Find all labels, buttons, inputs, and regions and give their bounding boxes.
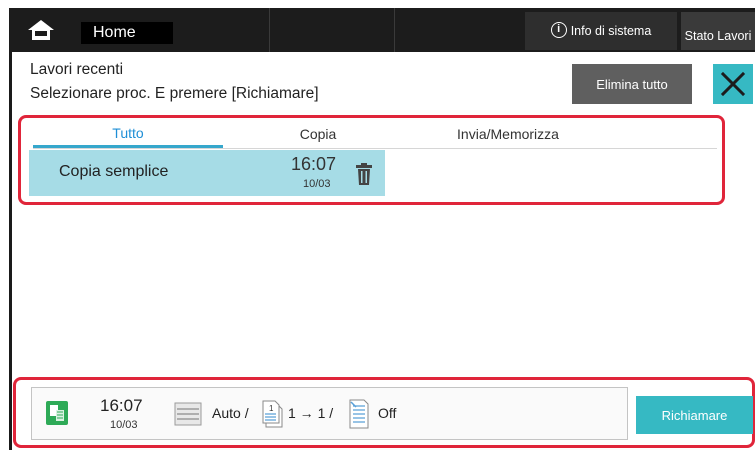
job-list-item[interactable]: Copia semplice 16:07 10/03: [29, 150, 385, 196]
summary-staple: Off: [378, 405, 397, 421]
job-time: 16:07: [291, 154, 337, 174]
tabs-divider: [33, 148, 717, 149]
job-settings-summary: 16:07 10/03 Auto / 1 1 → 1 / Off: [31, 387, 628, 440]
home-icon: [28, 20, 54, 40]
close-button[interactable]: [713, 64, 753, 104]
staple-icon: [349, 399, 369, 429]
tab-send-store[interactable]: Invia/Memorizza: [413, 120, 603, 148]
summary-date: 10/03: [110, 419, 138, 431]
svg-text:1: 1: [269, 404, 274, 413]
topbar-divider: [394, 8, 395, 52]
topbar-divider: [269, 8, 270, 52]
info-icon: i: [550, 22, 567, 38]
home-button[interactable]: [15, 14, 67, 46]
recent-jobs-panel: Tutto Copia Invia/Memorizza Copia sempli…: [18, 115, 725, 205]
paper-tray-icon: [174, 402, 202, 426]
page-instructions: Selezionare proc. E premere [Richiamare]: [30, 85, 319, 102]
system-info-label: Info di sistema: [570, 24, 652, 38]
tab-all[interactable]: Tutto: [33, 120, 223, 148]
summary-duplex: 1 → 1 /: [288, 405, 334, 421]
clear-all-button[interactable]: Elimina tutto: [572, 64, 692, 104]
job-status-button[interactable]: Stato Lavori: [681, 12, 755, 50]
copy-icon: [46, 401, 68, 425]
home-label[interactable]: Home: [81, 22, 173, 44]
device-screen: Home i Info di sistema Stato Lavori Lavo…: [9, 8, 755, 450]
recall-button[interactable]: Richiamare: [636, 396, 753, 434]
selected-job-summary-panel: 16:07 10/03 Auto / 1 1 → 1 / Off Richiam…: [13, 377, 755, 448]
top-bar: Home i Info di sistema Stato Lavori: [9, 8, 755, 52]
close-icon: [720, 71, 746, 97]
job-date: 10/03: [303, 178, 331, 190]
job-name: Copia semplice: [59, 163, 169, 180]
trash-icon[interactable]: [355, 163, 373, 185]
summary-time: 16:07: [100, 396, 143, 415]
summary-paper: Auto /: [212, 405, 249, 421]
page-title: Lavori recenti: [30, 61, 124, 78]
job-filter-tabs: Tutto Copia Invia/Memorizza: [33, 120, 720, 148]
system-info-button[interactable]: i Info di sistema: [525, 12, 677, 50]
tab-copy[interactable]: Copia: [223, 120, 413, 148]
duplex-icon: 1: [262, 400, 283, 428]
